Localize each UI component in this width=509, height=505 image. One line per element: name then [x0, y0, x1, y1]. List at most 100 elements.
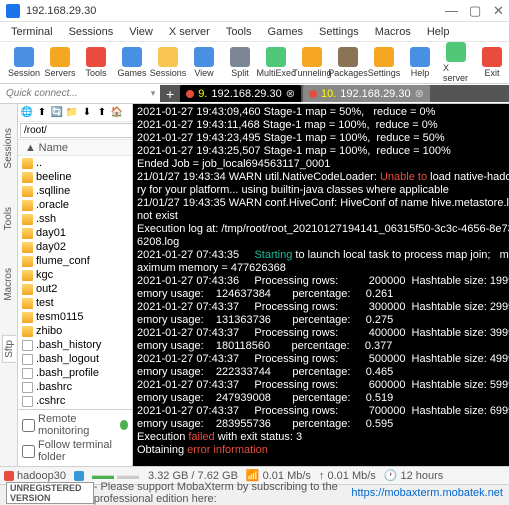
folder-icon — [22, 284, 33, 295]
file-icon — [22, 396, 33, 407]
tool-settings[interactable]: Settings — [366, 45, 402, 80]
fp-up-icon[interactable]: ⬆ — [35, 106, 49, 120]
titlebar: 192.168.29.30 — ▢ ✕ — [0, 0, 509, 22]
tools-icon — [86, 47, 106, 67]
file-icon — [22, 158, 33, 169]
file-item[interactable]: out2 — [18, 282, 132, 296]
terminal-tab[interactable]: 10.192.168.29.30⊗ — [303, 85, 430, 102]
file-item[interactable]: kgc — [18, 268, 132, 282]
file-item[interactable]: .bash_history — [18, 338, 132, 352]
folder-icon — [22, 214, 33, 225]
sb-time: 🕐 12 hours — [384, 469, 444, 482]
sessions-icon — [158, 47, 178, 67]
x server-icon — [446, 42, 466, 62]
menu-terminal[interactable]: Terminal — [4, 24, 60, 40]
tool-session[interactable]: Session — [6, 45, 42, 80]
folder-icon — [22, 270, 33, 281]
tool-games[interactable]: Games — [114, 45, 150, 80]
sidetab-sessions[interactable]: Sessions — [2, 124, 15, 173]
help-icon — [410, 47, 430, 67]
fp-home-icon[interactable]: 🏠 — [110, 106, 124, 120]
tab-status-icon — [186, 90, 194, 98]
path-input[interactable] — [20, 123, 133, 138]
toolbar: SessionServersToolsGamesSessionsViewSpli… — [0, 42, 509, 84]
menu-tools[interactable]: Tools — [219, 24, 259, 40]
tool-view[interactable]: View — [186, 45, 222, 80]
file-item[interactable]: .. — [18, 156, 132, 170]
footer-link[interactable]: https://mobaxterm.mobatek.net — [351, 487, 503, 499]
file-item[interactable]: .sqlline — [18, 184, 132, 198]
view-icon — [194, 47, 214, 67]
fp-upload-icon[interactable]: ⬆ — [95, 106, 109, 120]
file-item[interactable]: .bash_logout — [18, 352, 132, 366]
filepane-toolbar: 🌐 ⬆ 🔄 📁 ⬇ ⬆ 🏠 — [18, 104, 132, 122]
file-item[interactable]: .bashrc — [18, 380, 132, 394]
unregistered-badge: UNREGISTERED VERSION — [6, 482, 94, 504]
filepane-path — [18, 122, 132, 140]
tool-tunneling[interactable]: Tunneling — [294, 45, 330, 80]
menu-settings[interactable]: Settings — [312, 24, 366, 40]
tool-exit[interactable]: Exit — [474, 45, 509, 80]
file-item[interactable]: day02 — [18, 240, 132, 254]
file-item[interactable]: tesm0115 — [18, 310, 132, 324]
settings-icon — [374, 47, 394, 67]
folder-icon — [22, 326, 33, 337]
quickbar: ▾ +9.192.168.29.30⊗10.192.168.29.30⊗ — [0, 84, 509, 104]
menu-macros[interactable]: Macros — [368, 24, 418, 40]
folder-icon — [22, 256, 33, 267]
file-item[interactable]: zhibo — [18, 324, 132, 338]
menu-help[interactable]: Help — [420, 24, 457, 40]
fp-globe-icon[interactable]: 🌐 — [20, 106, 34, 120]
remote-monitoring-toggle[interactable]: Remote monitoring — [22, 413, 128, 437]
file-item[interactable]: .cshrc — [18, 394, 132, 408]
tab-status-icon — [309, 90, 317, 98]
new-tab-button[interactable]: + — [162, 86, 178, 102]
exit-icon — [482, 47, 502, 67]
follow-terminal-toggle[interactable]: Follow terminal folder — [22, 439, 128, 463]
session-icon — [14, 47, 34, 67]
tab-close-icon[interactable]: ⊗ — [415, 87, 424, 100]
quick-connect-input[interactable] — [0, 85, 146, 103]
fp-folder-icon[interactable]: 📁 — [65, 106, 79, 120]
file-item[interactable]: .ssh — [18, 212, 132, 226]
quick-dropdown-icon[interactable]: ▾ — [146, 88, 160, 99]
fp-refresh-icon[interactable]: 🔄 — [50, 106, 64, 120]
tool-x-server[interactable]: X server — [438, 40, 474, 85]
menu-sessions[interactable]: Sessions — [62, 24, 121, 40]
file-item[interactable]: .bash_profile — [18, 366, 132, 380]
tool-help[interactable]: Help — [402, 45, 438, 80]
sidetab-sftp[interactable]: Sftp — [2, 335, 16, 363]
tool-split[interactable]: Split — [222, 45, 258, 80]
multiexec-icon — [266, 47, 286, 67]
menu-view[interactable]: View — [122, 24, 160, 40]
terminal-output[interactable]: 2021-01-27 19:43:09,460 Stage-1 map = 50… — [133, 104, 509, 466]
maximize-button[interactable]: ▢ — [469, 6, 479, 16]
file-list: ..beeline.sqlline.oracle.sshday01day02fl… — [18, 156, 132, 409]
sidetab-tools[interactable]: Tools — [2, 203, 15, 234]
tool-multiexec[interactable]: MultiExec — [258, 45, 294, 80]
folder-icon — [22, 298, 33, 309]
terminal-tabs: +9.192.168.29.30⊗10.192.168.29.30⊗ — [160, 85, 509, 102]
app-icon — [6, 4, 20, 18]
file-item[interactable]: test — [18, 296, 132, 310]
minimize-button[interactable]: — — [445, 6, 455, 16]
sidetab-macros[interactable]: Macros — [2, 264, 15, 305]
file-icon — [22, 340, 33, 351]
filepane-header[interactable]: ▲ Name — [18, 140, 132, 156]
tool-tools[interactable]: Tools — [78, 45, 114, 80]
terminal-tab[interactable]: 9.192.168.29.30⊗ — [180, 85, 301, 102]
file-pane: 🌐 ⬆ 🔄 📁 ⬇ ⬆ 🏠 ▲ Name ..beeline.sqlline.o… — [18, 104, 133, 466]
file-item[interactable]: day01 — [18, 226, 132, 240]
tab-close-icon[interactable]: ⊗ — [286, 87, 295, 100]
fp-download-icon[interactable]: ⬇ — [80, 106, 94, 120]
file-item[interactable]: beeline — [18, 170, 132, 184]
file-item[interactable]: flume_conf — [18, 254, 132, 268]
tool-servers[interactable]: Servers — [42, 45, 78, 80]
tool-sessions[interactable]: Sessions — [150, 45, 186, 80]
folder-icon — [22, 228, 33, 239]
menu-games[interactable]: Games — [261, 24, 310, 40]
close-button[interactable]: ✕ — [493, 6, 503, 16]
file-item[interactable]: .oracle — [18, 198, 132, 212]
menu-x-server[interactable]: X server — [162, 24, 217, 40]
tool-packages[interactable]: Packages — [330, 45, 366, 80]
